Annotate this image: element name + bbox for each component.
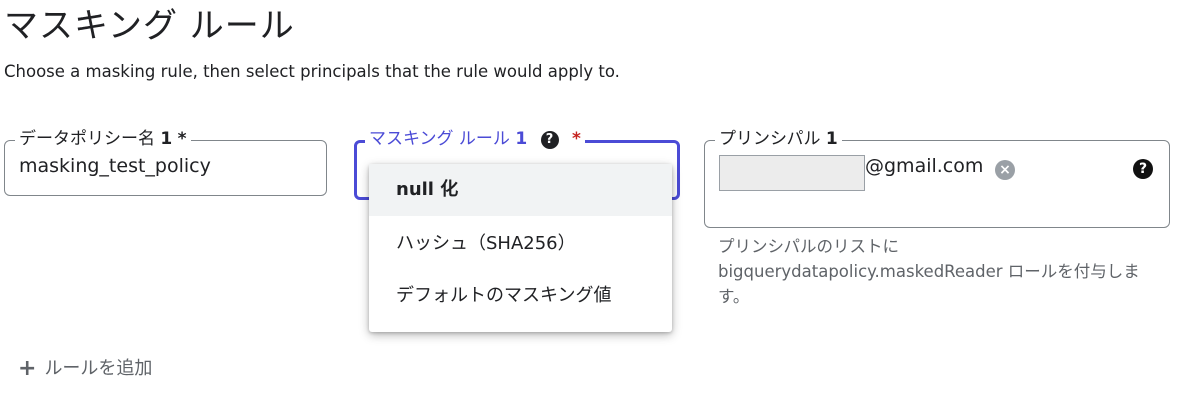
principal-chip-text: @gmail.com (865, 155, 984, 177)
page-description: Choose a masking rule, then select princ… (4, 62, 620, 81)
redacted-principal-box (719, 155, 865, 191)
close-icon[interactable]: × (995, 160, 1015, 180)
help-icon[interactable]: ? (1133, 159, 1153, 179)
field-label-text: データポリシー名 (19, 129, 155, 149)
option-default-masking[interactable]: デフォルトのマスキング値 (369, 270, 672, 322)
field-label-number: 1 (160, 129, 173, 149)
principal-label: プリンシパル 1 (715, 128, 842, 150)
masking-rule-dropdown: null 化 ハッシュ（SHA256） デフォルトのマスキング値 (369, 164, 672, 332)
required-marker: * (571, 129, 581, 149)
add-rule-button[interactable]: + ルールを追加 (18, 354, 152, 381)
option-sha256[interactable]: ハッシュ（SHA256） (369, 218, 672, 270)
data-policy-name-value[interactable]: masking_test_policy (19, 155, 211, 177)
add-rule-label: ルールを追加 (44, 358, 153, 379)
principal-hint: プリンシパルのリストに bigquerydatapolicy.maskedRea… (718, 237, 1140, 306)
option-null[interactable]: null 化 (369, 164, 672, 216)
field-label-number: 1 (825, 129, 838, 149)
data-policy-name-label: データポリシー名 1 * (15, 128, 191, 150)
data-policy-name-field[interactable]: データポリシー名 1 * masking_test_policy (4, 128, 327, 196)
page-title: マスキング ルール (4, 6, 295, 46)
field-label-text: マスキング ルール (369, 129, 510, 149)
required-marker: * (177, 129, 187, 149)
field-label-text: プリンシパル (719, 129, 821, 149)
help-icon[interactable]: ? (540, 131, 559, 149)
field-label-number: 1 (515, 129, 528, 149)
plus-icon: + (18, 356, 37, 381)
principal-field[interactable]: プリンシパル 1 @gmail.com × ? (704, 128, 1170, 228)
masking-rule-label: マスキング ルール 1 ? * (365, 128, 585, 150)
